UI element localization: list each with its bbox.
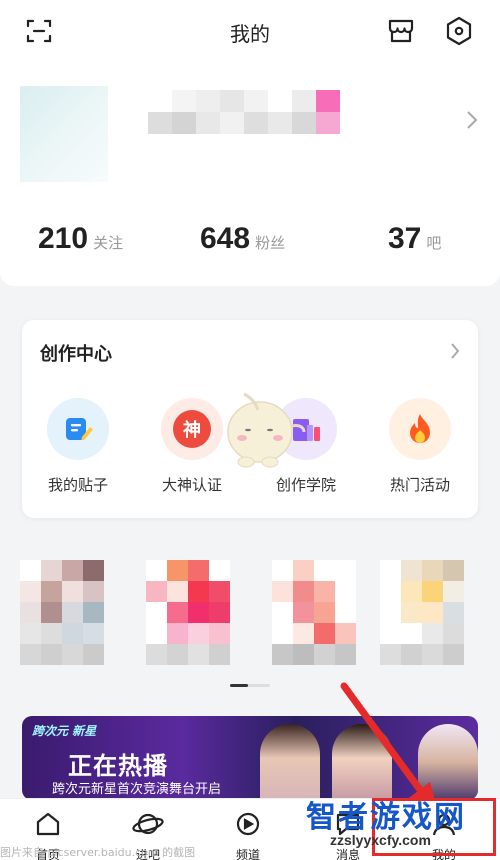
site-watermark: 智者游戏网 zzslyyxcfy.com: [296, 792, 492, 854]
banner-headline: 正在热播: [68, 752, 168, 780]
site-watermark-title: 智者游戏网: [306, 800, 466, 835]
carousel-indicator: [230, 684, 270, 687]
avatar[interactable]: [20, 86, 108, 182]
settings-hex-icon[interactable]: [442, 14, 476, 48]
profile-stats: 210 关注 648 粉丝 37 吧: [0, 222, 500, 262]
rec-tile-3[interactable]: [272, 560, 356, 665]
stat-followers[interactable]: 648 粉丝: [200, 222, 285, 256]
rec-tile-2[interactable]: [146, 560, 230, 665]
stat-followers-label: 粉丝: [255, 234, 286, 252]
stat-following-value: 210: [38, 222, 89, 255]
rec-tile-4[interactable]: [380, 560, 464, 665]
mascot-sticker[interactable]: [216, 386, 308, 478]
stat-following[interactable]: 210 关注: [38, 222, 123, 256]
shop-icon[interactable]: [384, 14, 418, 48]
nav-channel[interactable]: 频道: [218, 809, 278, 860]
tool-my-posts[interactable]: 我的贴子: [28, 398, 128, 495]
site-watermark-url: zzslyyxcfy.com: [330, 832, 431, 848]
nav-channel-label: 频道: [235, 848, 260, 860]
edit-note-icon: [47, 398, 109, 460]
god-badge-icon: 神: [161, 398, 223, 460]
stat-forums[interactable]: 37 吧: [388, 222, 441, 256]
stat-forums-label: 吧: [426, 234, 442, 252]
banner-tag: 跨次元 新星: [32, 724, 97, 738]
page-title: 我的: [230, 22, 270, 46]
profile-card: 210 关注 648 粉丝 37 吧: [0, 64, 500, 286]
profile-chevron-icon[interactable]: [466, 110, 478, 134]
flame-icon: [389, 398, 451, 460]
stat-followers-value: 648: [200, 222, 251, 255]
source-watermark: 图片来自 picserver.baidu.com 的截图: [0, 846, 196, 859]
creator-center-chevron-icon[interactable]: [450, 342, 460, 364]
username-blurred: [148, 90, 340, 134]
banner-subtitle: 跨次元新星首次竞演舞台开启: [52, 782, 222, 797]
channel-icon: [236, 812, 260, 836]
rec-tile-1[interactable]: [20, 560, 104, 665]
tool-my-posts-label: 我的贴子: [47, 476, 108, 494]
home-icon: [36, 812, 60, 836]
top-bar: 我的: [0, 0, 500, 64]
recommended-row: [0, 548, 500, 678]
god-badge-glyph: 神: [173, 410, 211, 448]
tool-hot-events-label: 热门活动: [389, 476, 450, 494]
creator-center-title[interactable]: 创作中心: [40, 340, 112, 366]
stat-forums-value: 37: [388, 222, 422, 255]
tool-hot-events[interactable]: 热门活动: [370, 398, 470, 495]
planet-icon: [132, 813, 164, 835]
stat-following-label: 关注: [93, 234, 124, 252]
